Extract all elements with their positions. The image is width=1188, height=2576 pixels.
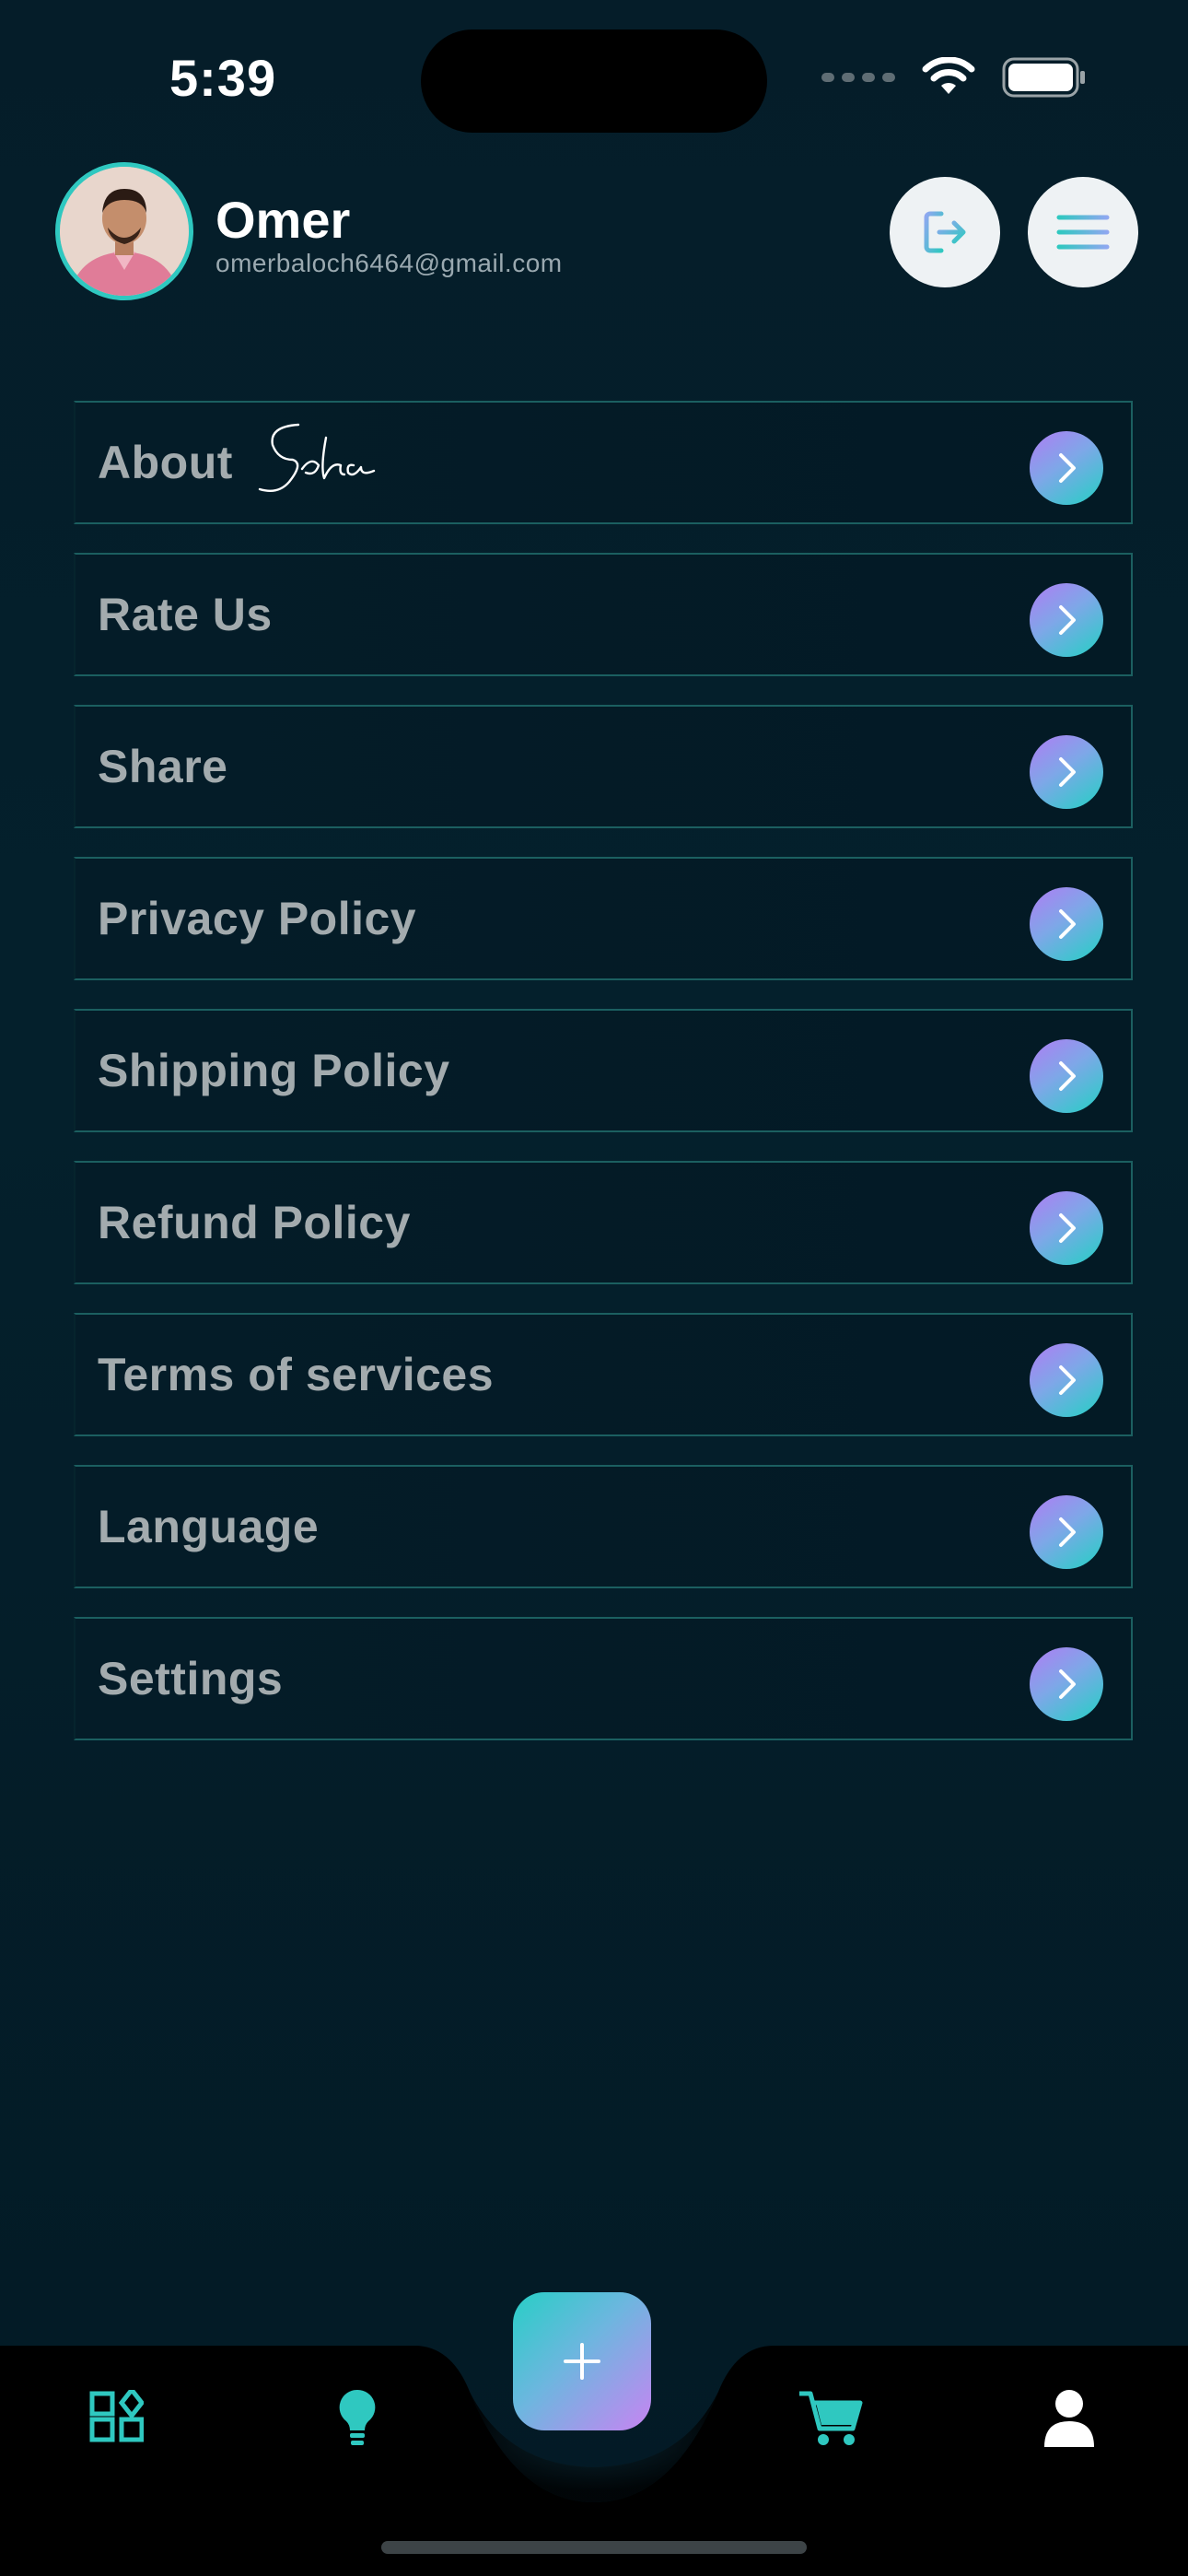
soha-signature-logo xyxy=(250,414,389,510)
menu-item-rate-us[interactable]: Rate Us xyxy=(74,553,1133,676)
battery-icon xyxy=(1002,57,1085,98)
user-name: Omer xyxy=(215,191,351,249)
menu-item-refund-policy[interactable]: Refund Policy xyxy=(74,1161,1133,1284)
cellular-signal-icon xyxy=(821,73,895,82)
menu-item-label: Rate Us xyxy=(98,589,273,640)
menu-item-privacy-policy[interactable]: Privacy Policy xyxy=(74,857,1133,980)
hamburger-icon xyxy=(1056,215,1110,250)
wifi-icon xyxy=(922,57,975,94)
logout-button[interactable] xyxy=(890,177,1000,287)
chevron-right-icon xyxy=(1030,583,1103,657)
chevron-right-icon xyxy=(1030,1343,1103,1417)
menu-item-label: Terms of services xyxy=(98,1349,495,1400)
profile-screen: 5:39 Omer omerbaloch6464@gmail.com About… xyxy=(0,0,1188,2576)
menu-item-label: About xyxy=(98,437,233,488)
menu-item-about[interactable]: About xyxy=(74,401,1133,524)
add-button[interactable] xyxy=(513,2292,651,2430)
cart-icon[interactable] xyxy=(798,2388,864,2452)
add-icon xyxy=(564,2343,600,2380)
user-email: omerbaloch6464@gmail.com xyxy=(215,249,563,277)
chevron-right-icon xyxy=(1030,1191,1103,1265)
profile-icon[interactable] xyxy=(1042,2388,1096,2452)
avatar-photo xyxy=(60,167,189,296)
menu-item-label: Settings xyxy=(98,1653,284,1704)
menu-item-label: Shipping Policy xyxy=(98,1045,450,1096)
dynamic-island xyxy=(421,29,767,133)
avatar[interactable] xyxy=(55,162,193,300)
menu-item-label: Refund Policy xyxy=(98,1197,411,1248)
dashboard-icon[interactable] xyxy=(88,2385,146,2450)
menu-item-terms-of-services[interactable]: Terms of services xyxy=(74,1313,1133,1436)
status-icons xyxy=(821,57,1087,98)
logout-icon xyxy=(924,211,966,253)
status-time: 5:39 xyxy=(169,49,277,107)
lightbulb-icon[interactable] xyxy=(337,2388,378,2452)
chevron-right-icon xyxy=(1030,735,1103,809)
chevron-right-icon xyxy=(1030,1647,1103,1721)
chevron-right-icon xyxy=(1030,887,1103,961)
menu-item-language[interactable]: Language xyxy=(74,1465,1133,1588)
chevron-right-icon xyxy=(1030,1495,1103,1569)
menu-item-label: Share xyxy=(98,741,228,792)
menu-item-shipping-policy[interactable]: Shipping Policy xyxy=(74,1009,1133,1132)
menu-item-share[interactable]: Share xyxy=(74,705,1133,828)
menu-item-label: Privacy Policy xyxy=(98,893,417,944)
menu-button[interactable] xyxy=(1028,177,1138,287)
chevron-right-icon xyxy=(1030,431,1103,505)
menu-item-label: Language xyxy=(98,1501,320,1552)
menu-item-settings[interactable]: Settings xyxy=(74,1617,1133,1740)
home-indicator xyxy=(381,2541,807,2554)
chevron-right-icon xyxy=(1030,1039,1103,1113)
